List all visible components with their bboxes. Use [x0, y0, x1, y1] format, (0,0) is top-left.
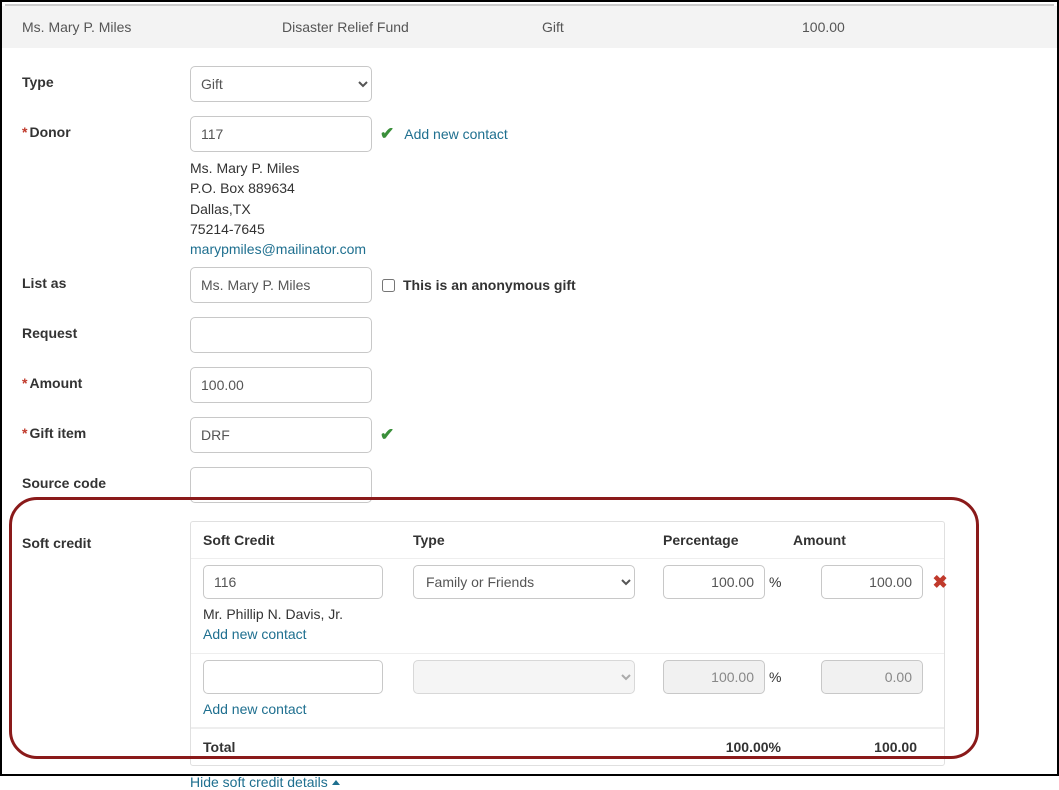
sc-amt-input[interactable] [821, 565, 923, 599]
sc-pct-input [663, 660, 765, 694]
sc-total-pct: 100.00% [663, 739, 793, 755]
soft-credit-row-sub: Add new contact [191, 696, 944, 729]
pct-symbol: % [769, 574, 781, 590]
label-amount: Amount [22, 367, 190, 391]
label-list-as: List as [22, 267, 190, 291]
donor-name: Ms. Mary P. Miles [190, 158, 1037, 178]
soft-credit-table: Soft Credit Type Percentage Amount Famil… [190, 521, 945, 766]
row-gift-item: Gift item ✔ [22, 417, 1037, 453]
sc-pct-input[interactable] [663, 565, 765, 599]
sc-header-amt: Amount [793, 532, 923, 548]
row-amount: Amount [22, 367, 1037, 403]
sc-header-pct: Percentage [663, 532, 793, 548]
summary-bar: Ms. Mary P. Miles Disaster Relief Fund G… [2, 6, 1057, 48]
summary-kind: Gift [542, 19, 802, 35]
row-soft-credit: Soft credit Soft Credit Type Percentage … [22, 521, 1037, 790]
hide-soft-credit-toggle[interactable]: Hide soft credit details [190, 774, 340, 790]
add-contact-link[interactable]: Add new contact [404, 126, 508, 142]
sc-header-softcredit: Soft Credit [203, 532, 413, 548]
sc-total-amt: 100.00 [793, 739, 923, 755]
label-gift-item: Gift item [22, 417, 190, 441]
label-donor: Donor [22, 116, 190, 140]
sc-header-type: Type [413, 532, 663, 548]
label-type: Type [22, 66, 190, 90]
sc-total-label: Total [203, 739, 413, 755]
sc-type-select [413, 660, 635, 694]
summary-amount: 100.00 [802, 19, 1037, 35]
row-donor: Donor ✔ Add new contact Ms. Mary P. Mile… [22, 116, 1037, 259]
donor-addr1: P.O. Box 889634 [190, 178, 1037, 198]
sc-contact-name: Mr. Phillip N. Davis, Jr. [203, 605, 932, 625]
gift-item-input[interactable] [190, 417, 372, 453]
soft-credit-header-row: Soft Credit Type Percentage Amount [191, 522, 944, 559]
donor-zip: 75214-7645 [190, 219, 1037, 239]
summary-name: Ms. Mary P. Miles [22, 19, 282, 35]
soft-credit-row: Family or Friends % ✖ [191, 559, 944, 601]
form-main: Type Gift Donor ✔ Add new contact Ms. Ma… [2, 48, 1057, 790]
donor-email-link[interactable]: marypmiles@mailinator.com [190, 239, 1037, 259]
soft-credit-total-row: Total 100.00% 100.00 [191, 728, 944, 765]
request-input[interactable] [190, 317, 372, 353]
sc-id-input[interactable] [203, 660, 383, 694]
anon-checkbox-label[interactable]: This is an anonymous gift [382, 277, 576, 293]
anon-checkbox[interactable] [382, 279, 395, 292]
source-code-input[interactable] [190, 467, 372, 503]
donor-id-input[interactable] [190, 116, 372, 152]
label-request: Request [22, 317, 190, 341]
anon-text: This is an anonymous gift [403, 277, 576, 293]
donor-address-block: Ms. Mary P. Miles P.O. Box 889634 Dallas… [190, 158, 1037, 259]
hide-soft-credit-label: Hide soft credit details [190, 774, 328, 790]
soft-credit-row-sub: Mr. Phillip N. Davis, Jr. Add new contac… [191, 601, 944, 653]
row-type: Type Gift [22, 66, 1037, 102]
sc-id-input[interactable] [203, 565, 383, 599]
label-source-code: Source code [22, 467, 190, 491]
donor-addr2: Dallas,TX [190, 199, 1037, 219]
delete-row-icon[interactable]: ✖ [932, 572, 947, 592]
label-soft-credit: Soft credit [22, 521, 190, 551]
caret-up-icon [332, 780, 340, 785]
soft-credit-row: % [191, 654, 944, 696]
amount-input[interactable] [190, 367, 372, 403]
sc-amt-input [821, 660, 923, 694]
sc-add-contact-link[interactable]: Add new contact [203, 625, 932, 645]
row-request: Request [22, 317, 1037, 353]
row-source-code: Source code [22, 467, 1037, 503]
summary-fund: Disaster Relief Fund [282, 19, 542, 35]
list-as-input[interactable] [190, 267, 372, 303]
row-list-as: List as This is an anonymous gift [22, 267, 1037, 303]
check-icon: ✔ [380, 124, 394, 144]
sc-add-contact-link[interactable]: Add new contact [203, 700, 932, 720]
sc-type-select[interactable]: Family or Friends [413, 565, 635, 599]
type-select[interactable]: Gift [190, 66, 372, 102]
check-icon: ✔ [380, 425, 394, 445]
pct-symbol: % [769, 669, 781, 685]
